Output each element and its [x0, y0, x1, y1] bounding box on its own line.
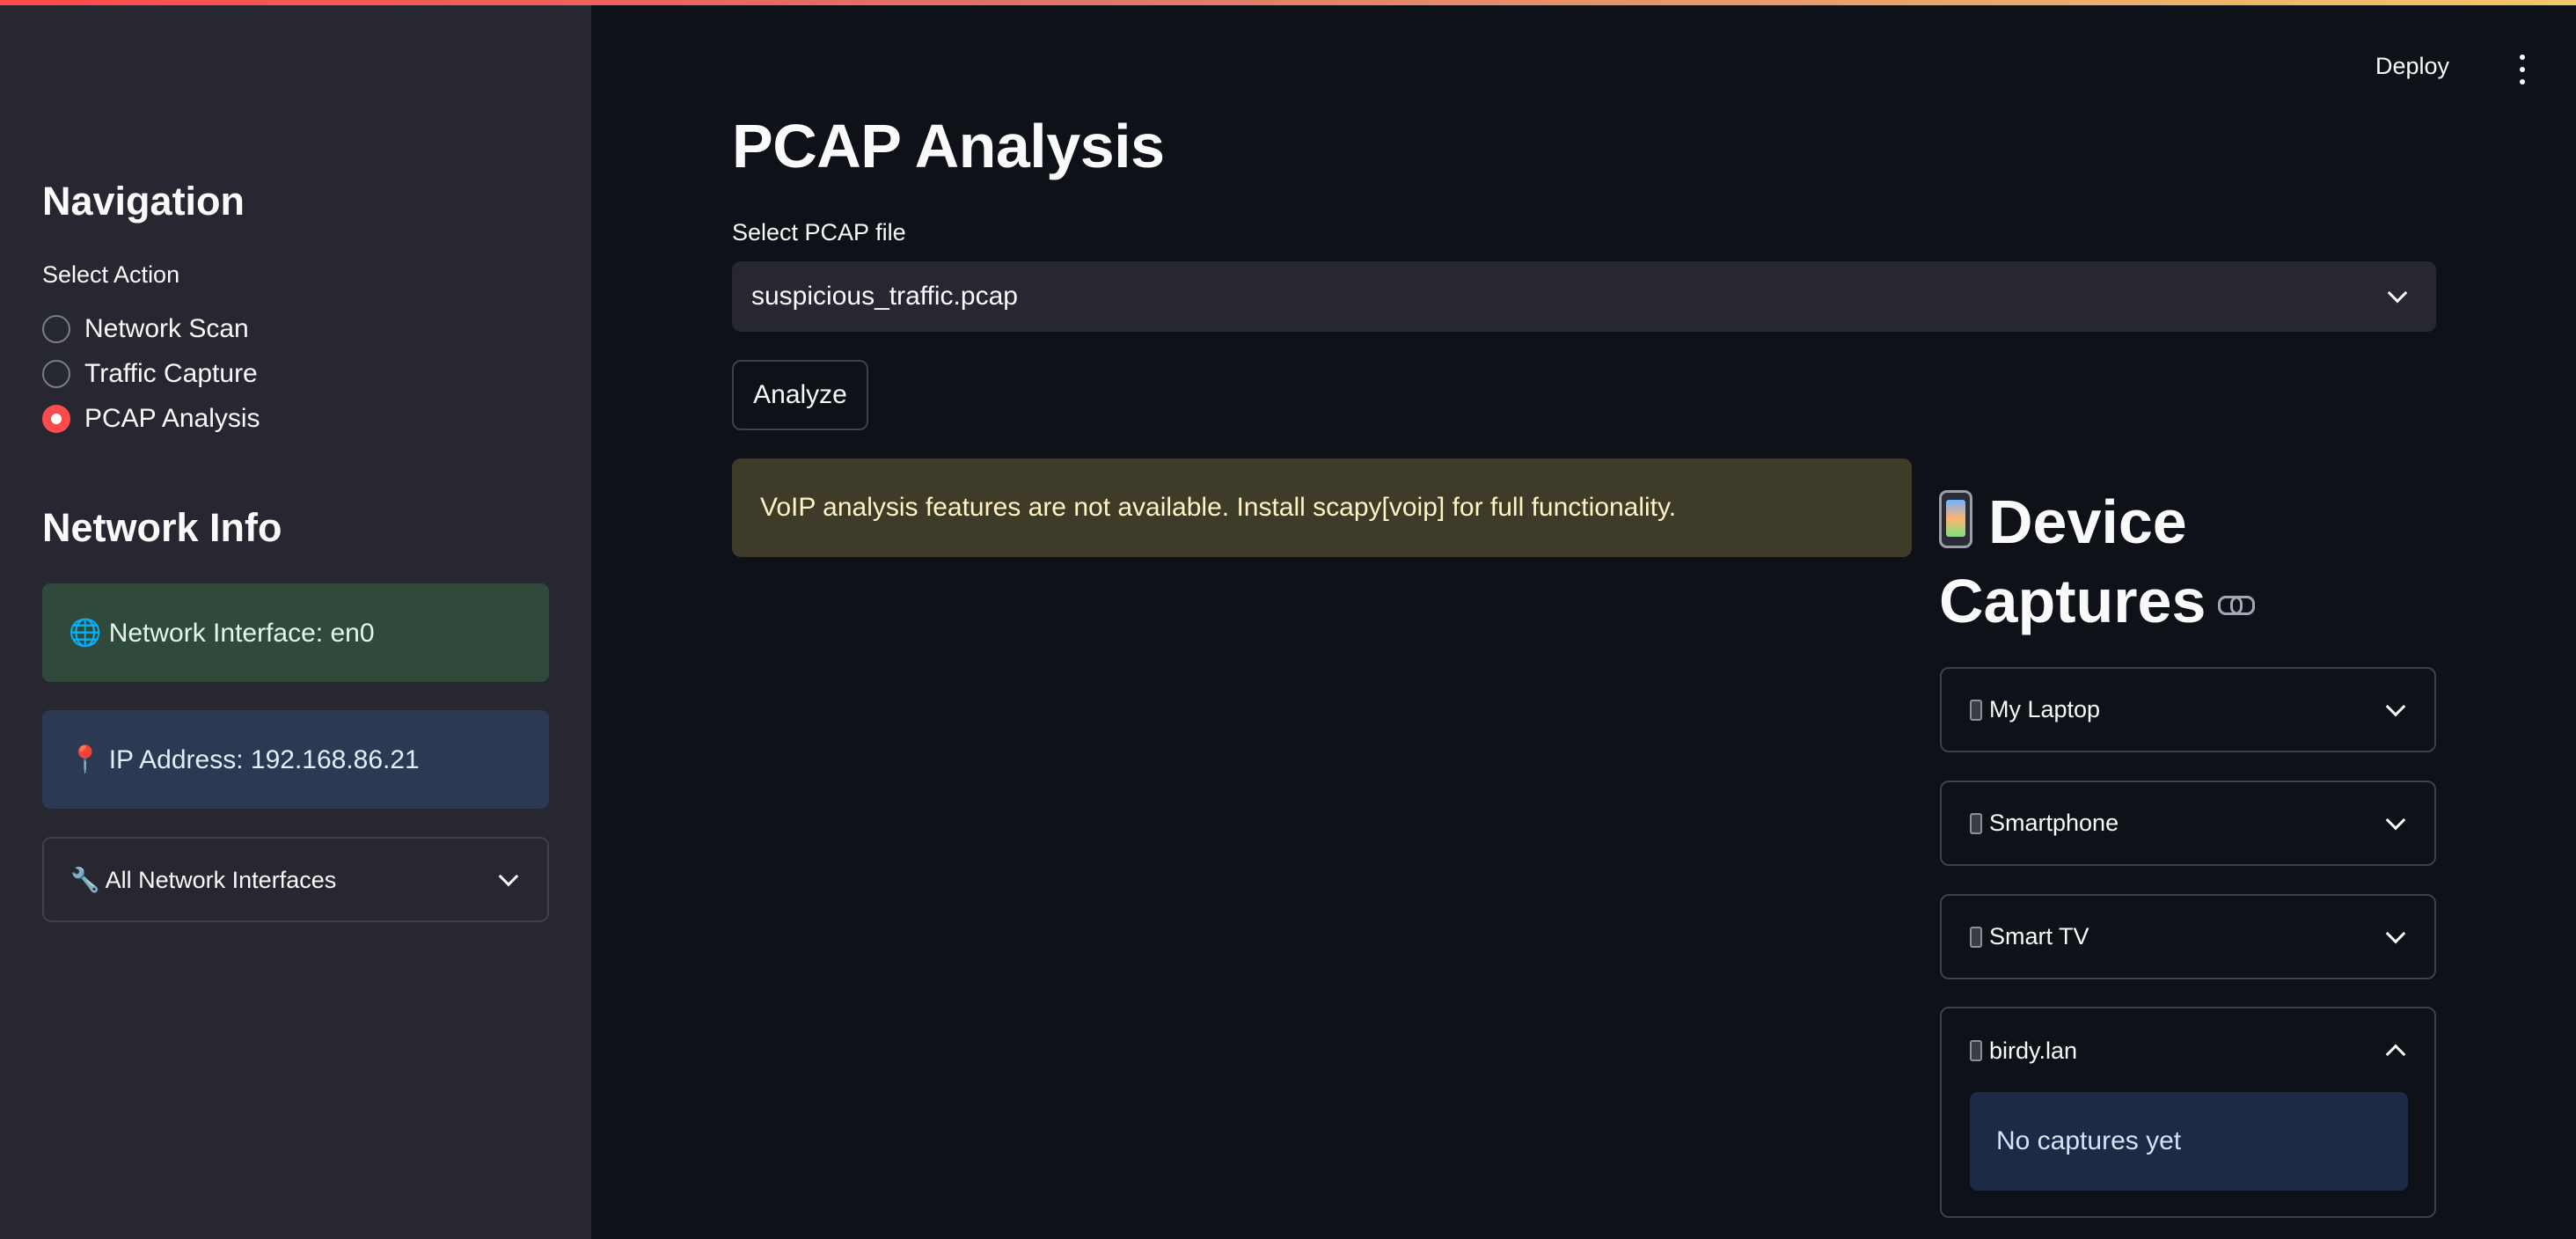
all-interfaces-label: 🔧 All Network Interfaces	[70, 866, 337, 893]
device-label: Smart TV	[1989, 923, 2089, 949]
network-interface-alert: 🌐 Network Interface: en0	[42, 583, 549, 682]
expander-header[interactable]: birdy.lan	[1942, 1008, 2434, 1093]
link-icon[interactable]	[2218, 596, 2256, 615]
radio-pcap-analysis[interactable]: PCAP Analysis	[42, 401, 260, 436]
no-captures-info: No captures yet	[1970, 1092, 2408, 1191]
top-decoration-bar	[0, 0, 2576, 5]
device-label: Smartphone	[1989, 810, 2119, 836]
device-label: My Laptop	[1989, 696, 2101, 722]
mobile-phone-icon	[1939, 490, 1972, 548]
pcap-file-select[interactable]: suspicious_traffic.pcap	[732, 261, 2436, 332]
chevron-down-icon	[2387, 282, 2408, 304]
radio-label: Network Scan	[84, 314, 249, 343]
no-captures-text: No captures yet	[1996, 1126, 2182, 1155]
device-expander-my-laptop[interactable]: My Laptop	[1940, 667, 2436, 752]
mobile-phone-icon	[1970, 1040, 1982, 1061]
heading-line-1: Device	[1988, 488, 2187, 556]
more-menu-icon[interactable]	[2512, 55, 2533, 84]
ip-address-alert: 📍 IP Address: 192.168.86.21	[42, 710, 549, 809]
network-interface-text: 🌐 Network Interface: en0	[69, 618, 375, 648]
radio-traffic-capture[interactable]: Traffic Capture	[42, 356, 258, 392]
analyze-button[interactable]: Analyze	[732, 360, 868, 430]
mobile-phone-icon	[1970, 699, 1982, 721]
radio-unchecked-icon	[42, 360, 70, 388]
network-info-heading: Network Info	[42, 505, 282, 550]
radio-network-scan[interactable]: Network Scan	[42, 312, 249, 347]
device-expander-smart-tv[interactable]: Smart TV	[1940, 894, 2436, 979]
heading-line-2: Captures	[1939, 567, 2206, 635]
chevron-up-icon	[2385, 1044, 2406, 1065]
pcap-select-label: Select PCAP file	[732, 219, 906, 246]
warning-text: VoIP analysis features are not available…	[760, 493, 1677, 522]
page-title: PCAP Analysis	[732, 112, 1165, 180]
sidebar: Navigation Select Action Network Scan Tr…	[0, 0, 591, 1239]
radio-unchecked-icon	[42, 315, 70, 343]
all-interfaces-expander[interactable]: 🔧 All Network Interfaces	[42, 837, 549, 922]
navigation-heading: Navigation	[42, 179, 245, 224]
chevron-down-icon	[498, 866, 519, 886]
select-action-label: Select Action	[42, 261, 180, 288]
deploy-button[interactable]: Deploy	[2375, 53, 2449, 80]
radio-checked-icon	[42, 405, 70, 433]
device-expander-birdy-lan: birdy.lan No captures yet	[1940, 1007, 2436, 1218]
chevron-down-icon	[2385, 810, 2406, 830]
ip-address-text: 📍 IP Address: 192.168.86.21	[69, 744, 420, 774]
radio-label: Traffic Capture	[84, 359, 258, 388]
voip-warning-alert: VoIP analysis features are not available…	[732, 458, 1912, 557]
radio-label: PCAP Analysis	[84, 404, 260, 433]
chevron-down-icon	[2385, 923, 2406, 943]
device-captures-heading: Device Captures	[1939, 482, 2432, 641]
chevron-down-icon	[2385, 696, 2406, 716]
device-expander-smartphone[interactable]: Smartphone	[1940, 781, 2436, 866]
mobile-phone-icon	[1970, 926, 1982, 948]
mobile-phone-icon	[1970, 812, 1982, 834]
device-label: birdy.lan	[1989, 1037, 2078, 1064]
pcap-select-value: suspicious_traffic.pcap	[751, 282, 1018, 311]
